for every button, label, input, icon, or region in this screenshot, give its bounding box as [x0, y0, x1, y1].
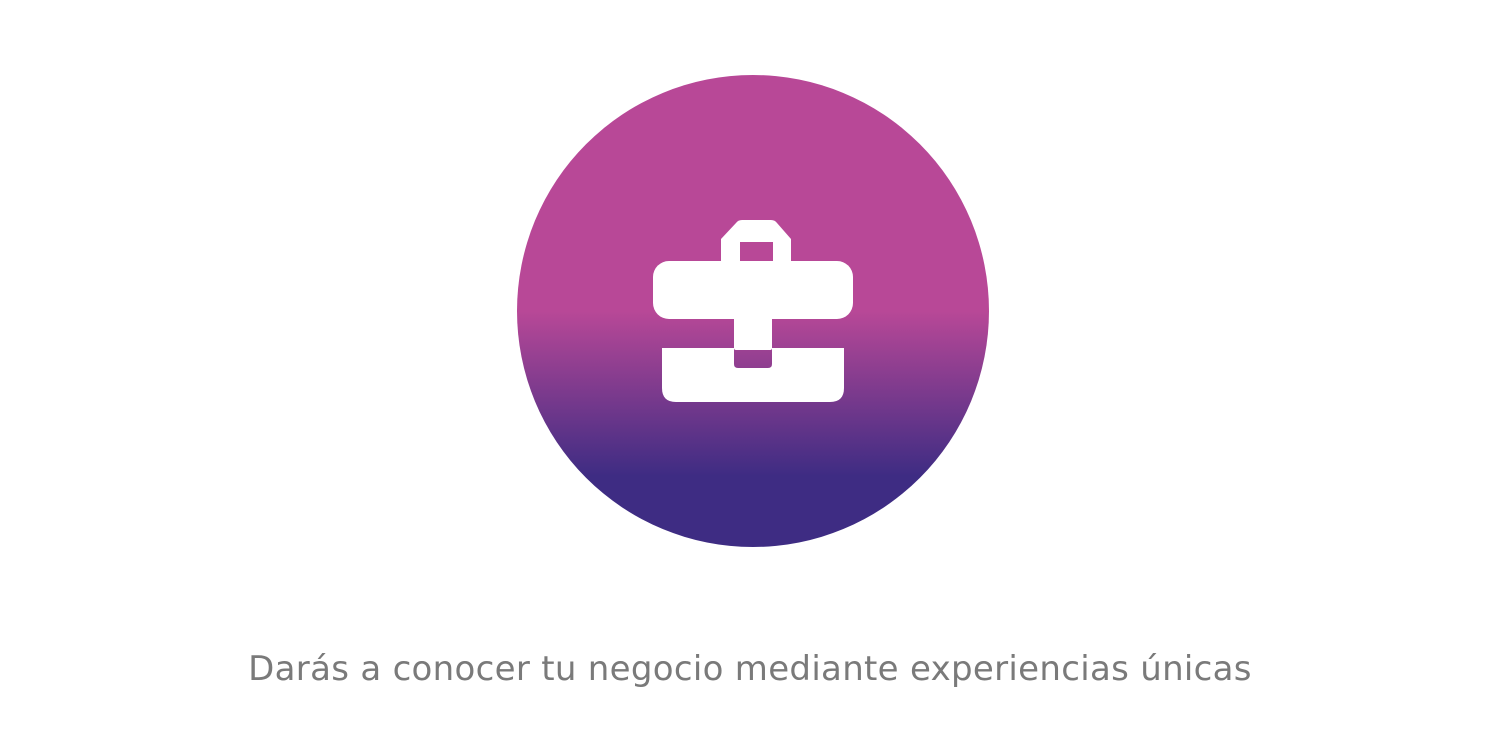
caption-text: Darás a conocer tu negocio mediante expe…	[248, 649, 1252, 689]
briefcase-badge	[517, 75, 989, 547]
page: Darás a conocer tu negocio mediante expe…	[0, 0, 1500, 755]
briefcase-icon	[653, 220, 853, 402]
